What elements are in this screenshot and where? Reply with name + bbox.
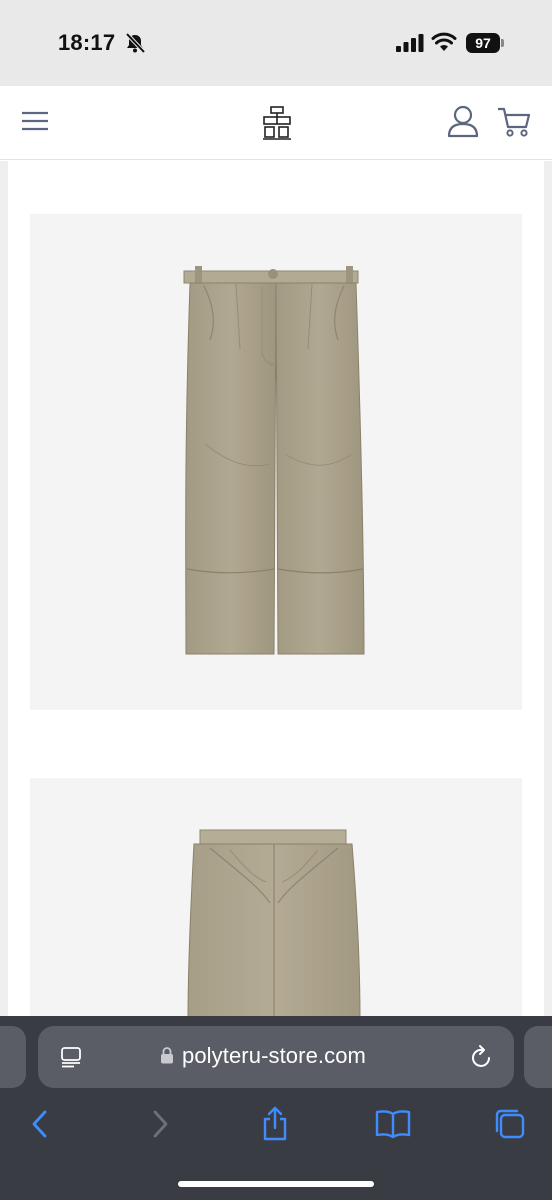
product-image-back[interactable] [30, 778, 522, 1018]
reload-icon[interactable] [470, 1044, 494, 1070]
battery-level: 97 [466, 33, 500, 53]
back-button[interactable] [20, 1104, 60, 1144]
forward-icon [153, 1110, 168, 1138]
wifi-icon [431, 32, 457, 51]
address-bar[interactable]: polyteru-store.com [38, 1026, 514, 1088]
logo-icon[interactable] [262, 106, 292, 140]
browser-nav-row [0, 1094, 552, 1160]
cart-icon[interactable] [496, 106, 532, 138]
bookmarks-icon [375, 1110, 411, 1139]
next-tab-preview[interactable] [524, 1026, 552, 1088]
share-button[interactable] [255, 1104, 295, 1144]
pants-front-photo [183, 266, 365, 655]
share-icon [263, 1106, 287, 1141]
pants-back-photo [187, 829, 361, 1018]
forward-button[interactable] [140, 1104, 180, 1144]
bookmarks-button[interactable] [373, 1104, 413, 1144]
menu-icon[interactable] [20, 108, 50, 134]
home-indicator [178, 1181, 374, 1187]
product-image-front[interactable] [30, 214, 522, 710]
status-time: 18:17 [58, 30, 116, 55]
tabs-button[interactable] [490, 1104, 530, 1144]
tabs-icon [495, 1109, 525, 1139]
site-header [0, 86, 552, 160]
back-icon [32, 1110, 47, 1138]
page-gutter-left [0, 161, 8, 1016]
reader-icon[interactable] [60, 1046, 82, 1068]
lock-icon [161, 1047, 173, 1064]
cellular-signal-icon [396, 34, 424, 52]
battery-indicator: 97 [466, 33, 504, 53]
url-text[interactable]: polyteru-store.com [182, 1043, 366, 1069]
user-icon[interactable] [446, 104, 480, 138]
status-bar: 18:17 97 [0, 0, 552, 86]
page-gutter-right [544, 161, 552, 1016]
previous-tab-preview[interactable] [0, 1026, 26, 1088]
bell-muted-icon [125, 32, 146, 54]
